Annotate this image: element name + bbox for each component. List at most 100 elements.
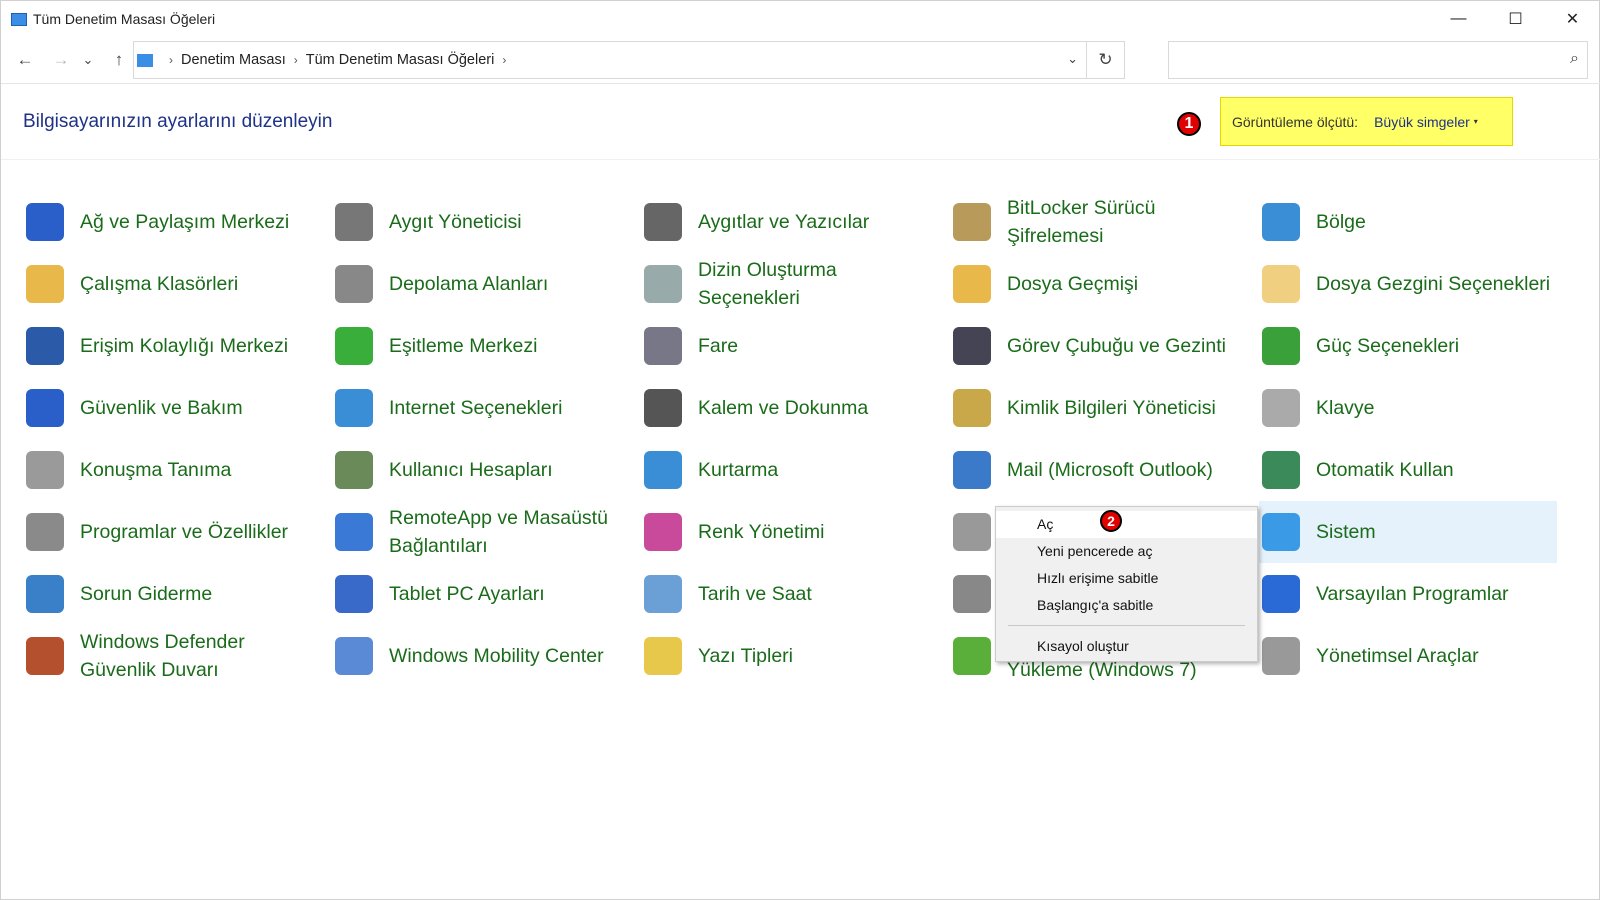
refresh-button[interactable]: ↻: [1086, 42, 1124, 78]
item-label: Otomatik Kullan: [1316, 459, 1454, 481]
item-label: Yönetimsel Araçlar: [1316, 645, 1479, 667]
item-label: Kurtarma: [698, 459, 779, 481]
item-icon: [26, 575, 64, 613]
chevron-down-icon[interactable]: ▾: [1474, 117, 1478, 126]
back-button[interactable]: ←: [13, 50, 37, 70]
search-input[interactable]: ⌕: [1168, 41, 1588, 79]
control-panel-item[interactable]: Yazı Tipleri: [641, 627, 941, 685]
item-label: Internet Seçenekleri: [389, 397, 563, 419]
maximize-button[interactable]: ☐: [1487, 1, 1544, 37]
control-panel-item[interactable]: Güç Seçenekleri: [1259, 317, 1559, 375]
control-panel-item[interactable]: Programlar ve Özellikler: [23, 503, 323, 561]
menu-separator: [1008, 625, 1245, 626]
item-icon: [644, 265, 682, 303]
item-icon: [953, 451, 991, 489]
search-icon[interactable]: ⌕: [1570, 50, 1579, 68]
control-panel-item[interactable]: Sorun Giderme: [23, 565, 323, 623]
control-panel-item[interactable]: Aygıt Yöneticisi: [332, 193, 632, 251]
recent-locations-button[interactable]: ⌄: [81, 52, 95, 68]
control-panel-item[interactable]: Aygıtlar ve Yazıcılar: [641, 193, 941, 251]
item-label: Sistem: [1316, 521, 1376, 543]
item-icon: [1262, 637, 1300, 675]
menu-item-pin-start[interactable]: Başlangıç'a sabitle: [996, 592, 1257, 619]
control-panel-item[interactable]: Tablet PC Ayarları: [332, 565, 632, 623]
control-panel-item[interactable]: Mail (Microsoft Outlook): [950, 441, 1250, 499]
breadcrumb-denetim-masasi[interactable]: Denetim Masası: [181, 52, 286, 68]
item-icon: [644, 327, 682, 365]
control-panel-item[interactable]: Tarih ve Saat: [641, 565, 941, 623]
control-panel-item[interactable]: Kimlik Bilgileri Yöneticisi: [950, 379, 1250, 437]
item-icon: [335, 265, 373, 303]
item-label: Yazı Tipleri: [698, 645, 794, 667]
address-bar[interactable]: › Denetim Masası › Tüm Denetim Masası Öğ…: [133, 41, 1125, 79]
control-panel-item[interactable]: Dosya Gezgini Seçenekleri: [1259, 255, 1559, 313]
item-icon: [953, 513, 991, 551]
control-panel-item[interactable]: Sistem: [1259, 501, 1557, 563]
control-panel-item[interactable]: Çalışma Klasörleri: [23, 255, 323, 313]
item-icon: [644, 203, 682, 241]
forward-button[interactable]: →: [49, 50, 73, 70]
close-button[interactable]: ✕: [1544, 1, 1600, 37]
annotation-badge-2: 2: [1100, 510, 1122, 532]
control-panel-item[interactable]: Fare: [641, 317, 941, 375]
menu-item-open[interactable]: Aç: [996, 511, 1257, 538]
control-panel-item[interactable]: Bölge: [1259, 193, 1559, 251]
menu-item-create-shortcut[interactable]: Kısayol oluştur: [996, 633, 1257, 660]
control-panel-item[interactable]: Erişim Kolaylığı Merkezi: [23, 317, 323, 375]
item-label: Mail (Microsoft Outlook): [1007, 459, 1213, 481]
item-icon: [953, 265, 991, 303]
breadcrumb-separator[interactable]: ›: [294, 53, 298, 67]
control-panel-item[interactable]: Renk Yönetimi: [641, 503, 941, 561]
breadcrumb-separator[interactable]: ›: [502, 53, 506, 67]
item-icon: [335, 203, 373, 241]
control-panel-item[interactable]: Internet Seçenekleri: [332, 379, 632, 437]
item-icon: [1262, 575, 1300, 613]
control-panel-item[interactable]: Kullanıcı Hesapları: [332, 441, 632, 499]
control-panel-item[interactable]: Ağ ve Paylaşım Merkezi: [23, 193, 323, 251]
item-icon: [1262, 203, 1300, 241]
up-button[interactable]: ↑: [107, 50, 131, 70]
control-panel-item[interactable]: Dosya Geçmişi: [950, 255, 1250, 313]
item-label: Eşitleme Merkezi: [389, 335, 538, 357]
control-panel-item[interactable]: Konuşma Tanıma: [23, 441, 323, 499]
item-label: Programlar ve Özellikler: [80, 521, 289, 543]
item-icon: [335, 389, 373, 427]
control-panel-item[interactable]: Kurtarma: [641, 441, 941, 499]
item-icon: [1262, 389, 1300, 427]
breadcrumb-separator[interactable]: ›: [169, 53, 173, 67]
item-label: Dizin Oluşturma Seçenekleri: [698, 259, 837, 309]
item-icon: [644, 637, 682, 675]
view-by-value[interactable]: Büyük simgeler: [1374, 114, 1470, 130]
control-panel-item[interactable]: Dizin Oluşturma Seçenekleri: [641, 255, 941, 313]
control-panel-item[interactable]: Yönetimsel Araçlar: [1259, 627, 1559, 685]
menu-item-pin-quick-access[interactable]: Hızlı erişime sabitle: [996, 565, 1257, 592]
control-panel-item[interactable]: BitLocker Sürücü Şifrelemesi: [950, 193, 1250, 251]
control-panel-item[interactable]: Görev Çubuğu ve Gezinti: [950, 317, 1250, 375]
control-panel-item[interactable]: Depolama Alanları: [332, 255, 632, 313]
control-panel-item[interactable]: RemoteApp ve Masaüstü Bağlantıları: [332, 503, 632, 561]
view-by-selector[interactable]: Görüntüleme ölçütü: Büyük simgeler ▾: [1220, 97, 1513, 146]
control-panel-item[interactable]: Eşitleme Merkezi: [332, 317, 632, 375]
control-panel-item[interactable]: Varsayılan Programlar: [1259, 565, 1559, 623]
item-icon: [953, 575, 991, 613]
item-label: Windows Defender Güvenlik Duvarı: [80, 631, 245, 681]
item-icon: [953, 203, 991, 241]
control-panel-item[interactable]: Windows Mobility Center: [332, 627, 632, 685]
control-panel-item[interactable]: Otomatik Kullan: [1259, 441, 1559, 499]
menu-item-open-new-window[interactable]: Yeni pencerede aç: [996, 538, 1257, 565]
control-panel-item[interactable]: Kalem ve Dokunma: [641, 379, 941, 437]
item-icon: [335, 575, 373, 613]
item-label: Kalem ve Dokunma: [698, 397, 869, 419]
item-label: Tarih ve Saat: [698, 583, 812, 605]
control-panel-item[interactable]: Güvenlik ve Bakım: [23, 379, 323, 437]
item-label: Renk Yönetimi: [698, 521, 825, 543]
item-label: Fare: [698, 335, 739, 357]
breadcrumb-all-items[interactable]: Tüm Denetim Masası Öğeleri: [306, 52, 495, 68]
item-icon: [26, 327, 64, 365]
address-dropdown-button[interactable]: ⌄: [1067, 51, 1078, 67]
item-icon: [953, 637, 991, 675]
minimize-button[interactable]: —: [1430, 1, 1487, 37]
item-label: Depolama Alanları: [389, 273, 549, 295]
control-panel-item[interactable]: Klavye: [1259, 379, 1559, 437]
control-panel-item[interactable]: Windows Defender Güvenlik Duvarı: [23, 627, 323, 685]
